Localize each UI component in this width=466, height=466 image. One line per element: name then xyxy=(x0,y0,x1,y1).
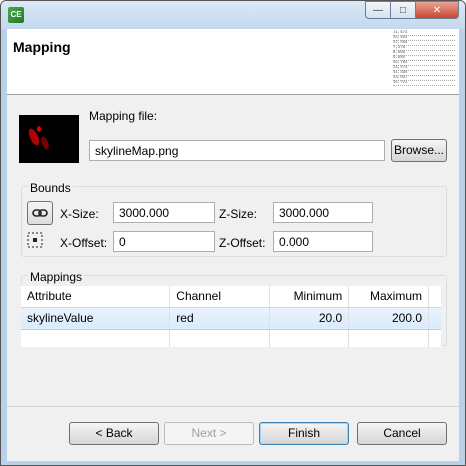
next-button[interactable]: Next > xyxy=(164,422,254,445)
page-title: Mapping xyxy=(13,39,71,55)
cell-minimum[interactable]: 20.0 xyxy=(269,306,350,330)
window-controls: — □ ✕ xyxy=(365,1,459,19)
z-offset-label: Z-Offset: xyxy=(219,236,266,250)
header-image: 11,673 15,402 17,356 7,378 8,996 9,680 10,784 1… xyxy=(393,31,455,93)
finish-button[interactable]: Finish xyxy=(259,422,349,445)
cell-channel[interactable]: red xyxy=(169,306,270,330)
column-header-channel[interactable]: Channel xyxy=(169,286,270,308)
cell-maximum[interactable]: 200.0 xyxy=(348,306,429,330)
preview-line: 15,721 xyxy=(393,81,455,86)
wizard-header: Mapping 11,673 15,402 17,356 7,378 8,996 9,68… xyxy=(7,29,459,95)
column-header-maximum[interactable]: Maximum xyxy=(348,286,429,308)
dialog-body: Mapping 11,673 15,402 17,356 7,378 8,996 9,68… xyxy=(7,29,459,461)
footer-separator xyxy=(7,406,459,407)
mapping-file-label: Mapping file: xyxy=(89,109,158,123)
skyline-map-preview xyxy=(19,115,79,163)
mapping-file-input[interactable]: skylineMap.png xyxy=(89,140,385,161)
maximize-icon: □ xyxy=(399,4,407,16)
maximize-button[interactable]: □ xyxy=(390,1,416,19)
cell-filler xyxy=(428,306,441,330)
dialog-window: CE — □ ✕ Mapping 11,673 15,402 17,356 7,378… xyxy=(0,0,466,466)
chain-link-icon xyxy=(32,209,48,217)
table-row[interactable]: skylineValue red 20.0 200.0 xyxy=(21,306,441,330)
mappings-table: Attribute Channel Minimum Maximum skylin… xyxy=(21,286,441,347)
back-button[interactable]: < Back xyxy=(69,422,159,445)
x-offset-label: X-Offset: xyxy=(60,236,108,250)
x-size-input[interactable]: 3000.000 xyxy=(113,202,215,223)
close-icon: ✕ xyxy=(432,4,442,16)
column-header-minimum[interactable]: Minimum xyxy=(269,286,350,308)
cell-attribute[interactable]: skylineValue xyxy=(21,306,171,330)
minimize-button[interactable]: — xyxy=(365,1,391,19)
link-sizes-button[interactable] xyxy=(27,201,53,225)
z-size-label: Z-Size: xyxy=(219,207,258,221)
title-bar[interactable]: CE — □ ✕ xyxy=(1,1,465,29)
mapping-thumbnail xyxy=(19,115,79,163)
mappings-title: Mappings xyxy=(28,270,85,284)
z-offset-input[interactable]: 0.000 xyxy=(273,231,373,252)
x-offset-input[interactable]: 0 xyxy=(113,231,215,252)
column-header-attribute[interactable]: Attribute xyxy=(21,286,171,308)
app-icon: CE xyxy=(8,7,24,23)
browse-button[interactable]: Browse... xyxy=(391,139,447,162)
z-size-input[interactable]: 3000.000 xyxy=(273,202,373,223)
x-size-label: X-Size: xyxy=(60,207,99,221)
close-button[interactable]: ✕ xyxy=(415,1,459,19)
table-header-row: Attribute Channel Minimum Maximum xyxy=(21,286,441,308)
minimize-icon: — xyxy=(373,4,383,16)
cancel-button[interactable]: Cancel xyxy=(357,422,447,445)
table-row-empty xyxy=(21,329,441,347)
column-header-filler xyxy=(428,286,441,308)
offset-anchor-icon[interactable] xyxy=(27,232,43,248)
bounds-title: Bounds xyxy=(28,181,73,195)
